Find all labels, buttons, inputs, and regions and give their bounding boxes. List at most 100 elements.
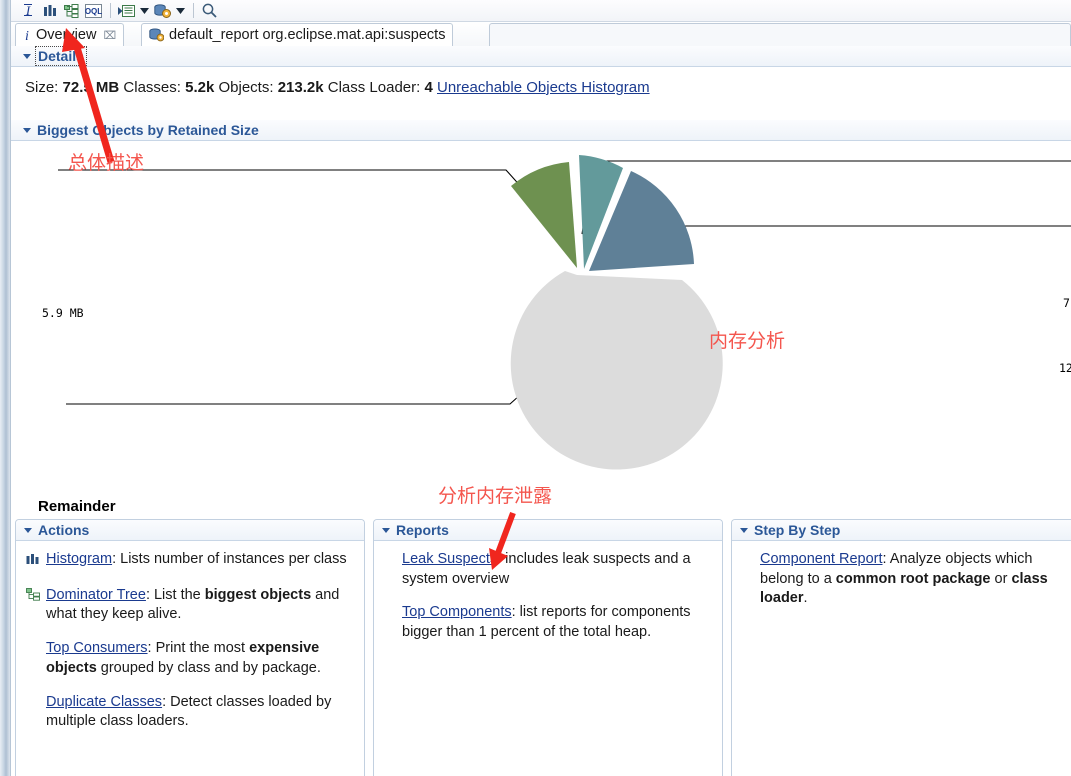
size-value: 72.5 MB: [62, 79, 120, 96]
editor-tab-bar: i Overview ⌧ default_report org.eclipse.…: [11, 22, 1071, 46]
component-report-link[interactable]: Component Report: [760, 551, 883, 567]
dominator-tree-icon: [26, 586, 46, 625]
twisty-down-icon[interactable]: [740, 527, 748, 533]
toolbar-separator: [193, 3, 194, 18]
panel-title: Actions: [38, 522, 90, 538]
section-header-details[interactable]: Details: [11, 46, 1071, 67]
histogram-icon: [26, 550, 46, 572]
report-icon: [149, 28, 164, 42]
panel-header-step-by-step[interactable]: Step By Step: [732, 520, 1071, 541]
tc-part-2: grouped by class and by package.: [96, 659, 321, 676]
leak-suspects-link[interactable]: Leak Suspects: [402, 551, 497, 567]
dt-part-1: biggest objects: [204, 586, 312, 603]
panel-body-step-by-step: Component Report: Analyze objects which …: [732, 541, 1071, 609]
classloader-label: Class Loader:: [327, 79, 421, 96]
panel-actions: Actions Histogram: Lists number of insta…: [15, 519, 365, 776]
retained-size-pie-chart: 5.9 MB 7. 12. 46.9 MB Total: 72.5 MB: [11, 141, 1071, 579]
panel-header-reports[interactable]: Reports: [374, 520, 722, 541]
svg-text:i: i: [25, 29, 29, 42]
pie-slice-green: [511, 162, 577, 268]
tab-label: default_report org.eclipse.mat.api:suspe…: [169, 27, 446, 43]
size-label: Size:: [25, 79, 59, 96]
toolbar-separator: [110, 3, 111, 18]
panel-title: Step By Step: [754, 522, 841, 538]
panel-reports: Reports Leak Suspects: includes leak sus…: [373, 519, 723, 776]
step-component-report: Component Report: Analyze objects which …: [760, 550, 1071, 609]
twisty-down-icon[interactable]: [23, 127, 31, 133]
chevron-down-icon[interactable]: [138, 1, 150, 21]
query-browser-icon[interactable]: [116, 1, 137, 21]
overview-content: Details Size: 72.5 MB Classes: 5.2k Obje…: [11, 46, 1071, 776]
section-title: Biggest Objects by Retained Size: [37, 122, 259, 138]
pie-slice-remainder: [510, 271, 723, 470]
search-icon[interactable]: [199, 1, 220, 21]
info-icon[interactable]: I: [17, 1, 38, 21]
tab-default-report[interactable]: default_report org.eclipse.mat.api:suspe…: [141, 23, 454, 46]
pie-label-blue: 12.: [1059, 361, 1071, 375]
top-consumers-link[interactable]: Top Consumers: [46, 640, 148, 656]
panel-body-actions: Histogram: Lists number of instances per…: [16, 541, 364, 732]
run-expert-system-icon[interactable]: [152, 1, 173, 21]
panel-title: Reports: [396, 522, 449, 538]
section-header-biggest-objects[interactable]: Biggest Objects by Retained Size: [11, 120, 1071, 141]
panel-header-actions[interactable]: Actions: [16, 520, 364, 541]
chevron-down-icon[interactable]: [174, 1, 186, 21]
left-rail: [0, 0, 11, 776]
info-icon: i: [23, 28, 31, 42]
annotation-analyze-memory-leak: 分析内存泄露: [438, 485, 553, 507]
panel-step-by-step: Step By Step Component Report: Analyze o…: [731, 519, 1071, 776]
objects-label: Objects:: [218, 79, 274, 96]
action-top-consumers: Top Consumers: Print the most expensive …: [26, 639, 354, 678]
report-leak-suspects: Leak Suspects: includes leak suspects an…: [402, 550, 712, 589]
leader-line-gray: [66, 377, 540, 405]
classes-label: Classes:: [123, 79, 181, 96]
action-dominator-tree: Dominator Tree: List the biggest objects…: [26, 586, 354, 625]
action-histogram: Histogram: Lists number of instances per…: [26, 550, 354, 572]
dominator-tree-link[interactable]: Dominator Tree: [46, 587, 146, 603]
action-text: Duplicate Classes: Detect classes loaded…: [46, 693, 354, 732]
step-text: Component Report: Analyze objects which …: [760, 550, 1071, 609]
tab-overview[interactable]: i Overview ⌧: [15, 23, 125, 46]
report-top-components: Top Components: list reports for compone…: [402, 603, 712, 642]
histogram-icon[interactable]: [39, 1, 60, 21]
oql-icon[interactable]: OQL: [83, 1, 104, 21]
panel-body-reports: Leak Suspects: includes leak suspects an…: [374, 541, 722, 643]
mat-overview-window: I OQL i Overview ⌧ default_report org.ec…: [0, 0, 1071, 776]
tc-part-0: : Print the most: [147, 640, 250, 657]
dominator-tree-icon[interactable]: [61, 1, 82, 21]
classloader-value: 4: [424, 79, 433, 96]
unreachable-objects-histogram-link[interactable]: Unreachable Objects Histogram: [437, 79, 650, 96]
cr-part-2: or: [990, 570, 1012, 587]
duplicate-classes-link[interactable]: Duplicate Classes: [46, 694, 162, 710]
cr-part-4: .: [803, 590, 808, 607]
pie-label-green: 5.9 MB: [42, 306, 84, 320]
action-text: Top Consumers: Print the most expensive …: [46, 639, 354, 678]
objects-value: 213.2k: [277, 79, 324, 96]
close-icon[interactable]: ⌧: [103, 29, 116, 42]
leader-line-green: [58, 169, 567, 238]
leader-line-blue: [662, 225, 1071, 250]
cr-part-1: common root package: [835, 570, 991, 587]
tab-filler: [489, 23, 1071, 46]
twisty-down-icon[interactable]: [23, 53, 31, 59]
tab-label: Overview: [36, 27, 97, 43]
bottom-panels: Actions Histogram: Lists number of insta…: [11, 519, 1071, 776]
action-text: Histogram: Lists number of instances per…: [46, 550, 354, 572]
classes-value: 5.2k: [185, 79, 215, 96]
annotation-memory-analysis: 内存分析: [709, 330, 786, 352]
svg-text:OQL: OQL: [85, 7, 102, 16]
toolbar: I OQL: [11, 0, 1071, 22]
twisty-down-icon[interactable]: [24, 527, 32, 533]
action-text: Dominator Tree: List the biggest objects…: [46, 586, 354, 625]
top-components-link[interactable]: Top Components: [402, 604, 512, 620]
action-duplicate-classes: Duplicate Classes: Detect classes loaded…: [26, 693, 354, 732]
twisty-down-icon[interactable]: [382, 527, 390, 533]
histogram-desc: : Lists number of instances per class: [112, 551, 347, 567]
report-text: Leak Suspects: includes leak suspects an…: [402, 550, 712, 589]
pie-label-teal: 7.: [1063, 296, 1071, 310]
section-title: Details: [35, 46, 87, 66]
details-summary: Size: 72.5 MB Classes: 5.2k Objects: 213…: [11, 67, 1071, 96]
histogram-link[interactable]: Histogram: [46, 551, 112, 567]
